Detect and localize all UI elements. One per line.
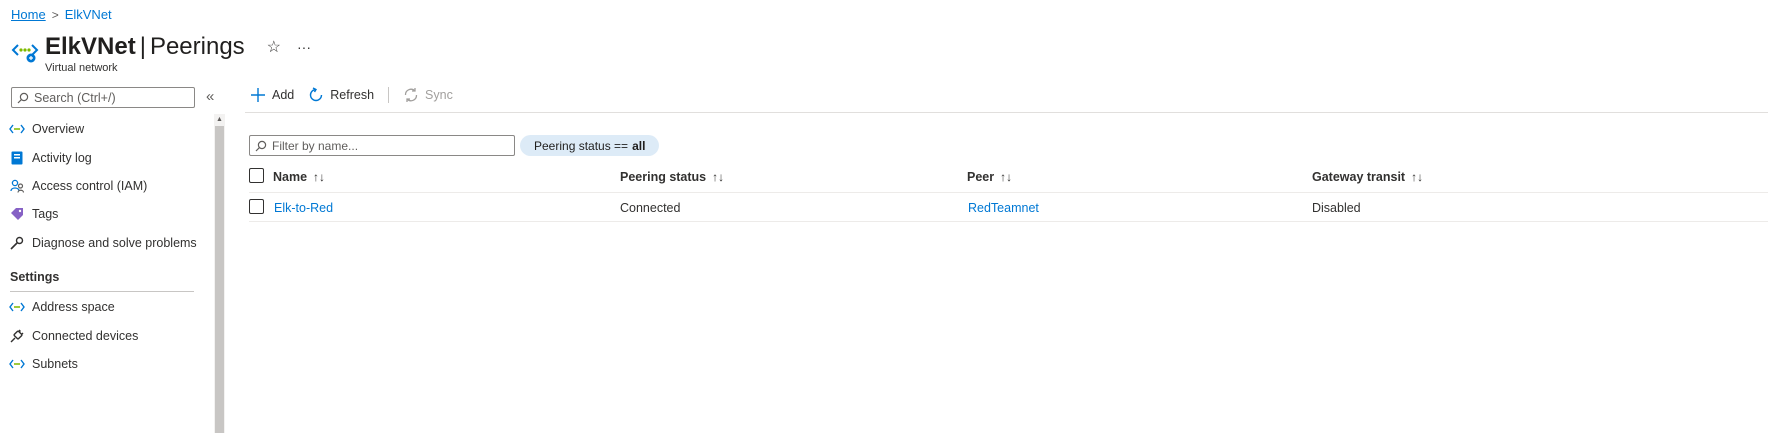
title-separator: | [139,33,146,60]
column-header-label: Gateway transit [1312,170,1406,184]
plug-icon [9,328,25,344]
sidebar-nav: Overview Activity log Access control (IA… [0,115,213,257]
sidebar: Search (Ctrl+/) « Overview Activity log … [0,84,228,433]
sidebar-item-tags[interactable]: Tags [0,200,213,228]
sidebar-item-activity-log[interactable]: Activity log [0,143,213,171]
section-settings-heading: Settings [10,270,60,284]
vnet-icon [9,121,25,137]
breadcrumb-home-link[interactable]: Home [11,7,46,22]
peering-status-value: Connected [620,201,681,215]
sidebar-scrollbar[interactable]: ▲ [214,114,225,433]
add-button[interactable]: Add [250,87,294,103]
section-divider [10,291,194,292]
sidebar-item-access-control[interactable]: Access control (IAM) [0,172,213,200]
table-header: Name ↑↓ Peering status ↑↓ Peer ↑↓ Gateway t… [249,165,1768,193]
peerings-table: Name ↑↓ Peering status ↑↓ Peer ↑↓ Gateway t… [249,165,1768,222]
sidebar-item-label: Tags [32,207,59,222]
sync-icon [404,88,418,102]
sidebar-item-label: Connected devices [32,328,139,343]
sidebar-settings-nav: Address space Connected devices Subnets [0,293,213,378]
resource-name: ElkVNet [45,33,136,60]
table-row[interactable]: Elk-to-Red Connected RedTeamnet Disabled [249,193,1768,222]
sort-icon[interactable]: ↑↓ [1000,170,1012,184]
virtual-network-icon [11,44,39,63]
vnet-icon [9,356,25,372]
search-icon [17,92,29,103]
sidebar-item-label: Address space [32,300,115,315]
gateway-transit-value: Disabled [1312,201,1361,215]
page-header: ElkVNet | Peerings ☆ ··· Virtual network [11,33,311,74]
people-icon [9,178,25,194]
sidebar-item-label: Activity log [32,150,92,165]
star-icon[interactable]: ☆ [267,37,281,57]
column-header-name[interactable]: Name ↑↓ [273,170,325,184]
add-button-label: Add [272,88,295,102]
sort-icon[interactable]: ↑↓ [313,170,325,184]
collapse-sidebar-icon[interactable]: « [206,88,214,105]
sort-icon[interactable]: ↑↓ [712,170,724,184]
breadcrumb-separator: > [51,7,59,22]
ellipsis-icon[interactable]: ··· [297,39,311,55]
filter-pill-value: all [632,138,646,153]
sidebar-item-diagnose[interactable]: Diagnose and solve problems [0,229,213,257]
sync-button-label: Sync [425,88,453,102]
command-bar: Add Refresh Sync [250,87,467,103]
wrench-icon [9,235,25,251]
search-icon [255,140,267,151]
sidebar-item-label: Diagnose and solve problems [32,235,197,250]
refresh-button[interactable]: Refresh [308,87,374,103]
toolbar-divider [388,87,390,103]
filter-by-name-input[interactable]: Filter by name... [249,135,515,156]
column-header-label: Peer [967,170,995,184]
breadcrumb: Home > ElkVNet [11,7,112,22]
sidebar-item-label: Access control (IAM) [32,178,148,193]
sync-button[interactable]: Sync [403,87,453,103]
peer-link[interactable]: RedTeamnet [968,201,1039,215]
resource-type: Virtual network [45,62,118,74]
page-name: Peerings [149,33,245,60]
row-checkbox[interactable] [249,199,264,214]
sidebar-item-overview[interactable]: Overview [0,115,213,143]
column-header-gateway-transit[interactable]: Gateway transit ↑↓ [1312,170,1423,184]
vnet-icon [9,299,25,315]
sidebar-item-connected-devices[interactable]: Connected devices [0,321,213,349]
breadcrumb-current-link[interactable]: ElkVNet [65,7,112,22]
sidebar-search-input[interactable]: Search (Ctrl+/) [11,87,195,108]
refresh-button-label: Refresh [330,88,375,102]
scrollbar-thumb[interactable] [215,126,224,433]
scroll-up-arrow-icon[interactable]: ▲ [214,114,225,125]
sidebar-item-address-space[interactable]: Address space [0,293,213,321]
select-all-checkbox[interactable] [249,168,264,183]
sidebar-item-label: Subnets [32,356,78,371]
sidebar-item-label: Overview [32,122,85,137]
filter-pill-label: Peering status == [534,138,629,153]
peering-name-link[interactable]: Elk-to-Red [274,201,333,215]
column-header-label: Name [273,170,308,184]
peering-status-filter-pill[interactable]: Peering status == all [520,135,660,156]
activity-log-icon [9,150,25,166]
page-title: ElkVNet | Peerings [45,33,245,61]
column-header-peering-status[interactable]: Peering status ↑↓ [620,170,724,184]
sidebar-item-subnets[interactable]: Subnets [0,350,213,378]
refresh-icon [310,87,323,102]
filter-placeholder: Filter by name... [272,138,359,153]
column-header-peer[interactable]: Peer ↑↓ [967,170,1012,184]
column-header-label: Peering status [620,170,707,184]
sort-icon[interactable]: ↑↓ [1411,170,1423,184]
toolbar-divider-line [245,112,1768,113]
plus-icon [251,88,265,102]
sidebar-search-placeholder: Search (Ctrl+/) [34,90,116,105]
tag-icon [9,206,25,222]
